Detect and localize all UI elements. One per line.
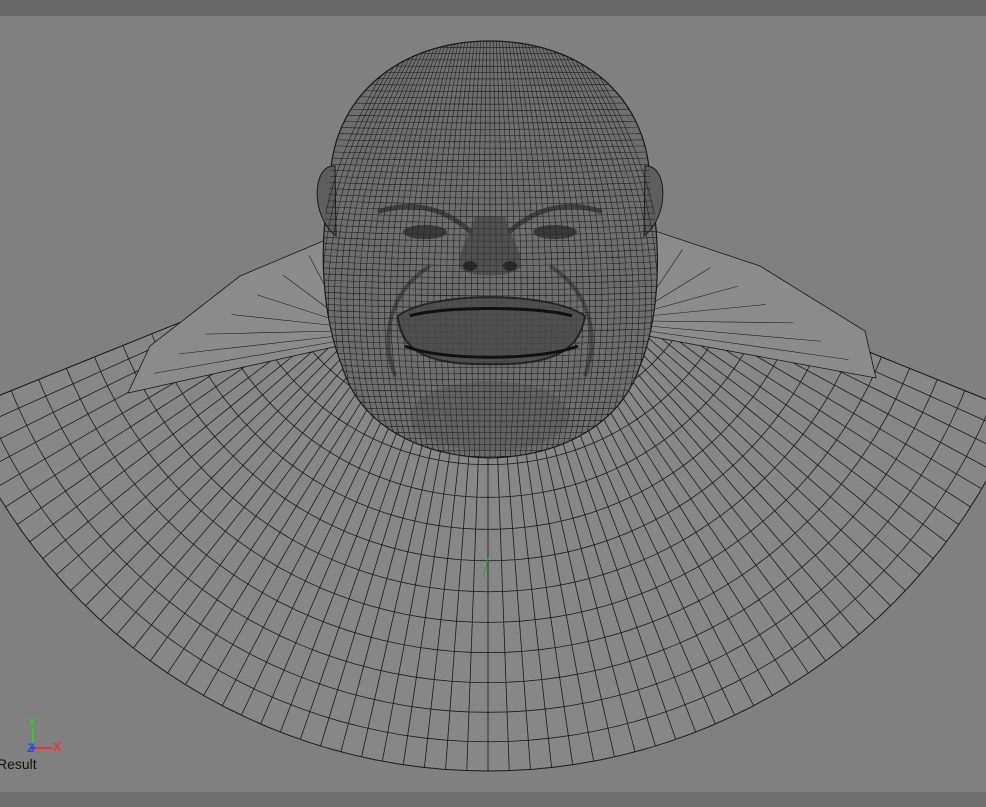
left-eye bbox=[403, 225, 447, 239]
right-eye bbox=[533, 225, 577, 239]
left-nostril bbox=[463, 261, 477, 271]
3d-viewport[interactable] bbox=[0, 16, 986, 792]
viewport-bottom-border bbox=[0, 792, 986, 807]
x-axis-label: X bbox=[53, 740, 62, 754]
y-axis-label: Y bbox=[28, 715, 37, 729]
viewport-top-border bbox=[0, 0, 986, 16]
chin bbox=[410, 381, 570, 451]
z-axis-label: Z bbox=[27, 741, 35, 755]
wireframe-model[interactable] bbox=[0, 16, 986, 792]
right-nostril bbox=[503, 261, 517, 271]
viewport-result-label: Result bbox=[0, 756, 37, 772]
